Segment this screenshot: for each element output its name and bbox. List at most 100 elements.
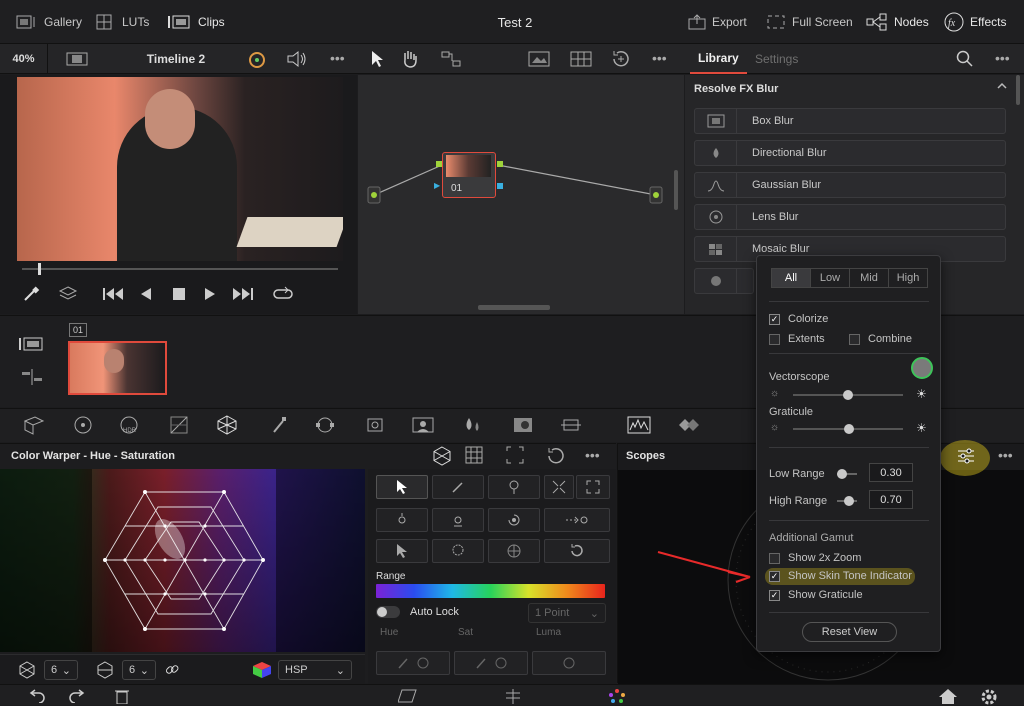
node-output-key[interactable] [497,183,503,189]
hue-pick-button[interactable] [376,651,450,675]
contract-tool-button[interactable] [544,475,574,499]
low-range-field[interactable]: 0.30 [869,463,913,482]
hue-range-bar[interactable] [376,584,605,598]
show-2x-zoom-row[interactable]: Show 2x Zoom [769,552,861,564]
sizing-icon[interactable] [558,414,584,436]
scope-settings-icon[interactable] [956,447,976,465]
hand-icon[interactable] [400,49,420,69]
export-button[interactable]: Export [688,0,747,44]
qualifier-icon[interactable] [266,414,292,436]
grid-a-dropdown[interactable]: 6 ⌄ [44,660,78,680]
extents-checkbox[interactable] [769,333,780,345]
grid-b-dropdown[interactable]: 6 ⌄ [122,660,156,680]
play-icon[interactable] [204,287,216,301]
auto-lock-toggle[interactable] [376,606,400,618]
node-arrange-icon[interactable] [440,49,464,69]
add-point-button[interactable] [376,508,428,532]
loop-icon[interactable] [272,285,294,303]
gallery-button[interactable]: Gallery [16,0,82,44]
clips-button[interactable]: Clips [168,0,225,44]
node-01[interactable]: 01 [442,152,496,198]
show-2x-zoom-checkbox[interactable] [769,552,780,564]
stills-icon[interactable] [528,50,550,68]
colorspace-dropdown[interactable]: HSP ⌄ [278,660,352,680]
node-input-key-icon[interactable]: ▶ [434,181,440,190]
reset-points-button[interactable] [544,539,610,563]
node-more-icon[interactable]: ••• [652,50,667,66]
rotate-point-button[interactable] [488,508,540,532]
vectorscope-slider[interactable] [793,390,903,400]
undo-icon[interactable] [26,689,46,703]
low-range-knob[interactable] [837,469,847,479]
clip-thumbnail[interactable] [68,341,167,395]
timeline-selector[interactable]: Timeline 2 [112,44,240,74]
stop-icon[interactable] [172,287,186,301]
library-item-directional-blur[interactable]: Directional Blur [694,140,1006,166]
tab-all[interactable]: All [772,269,810,287]
tab-mid[interactable]: Mid [849,269,888,287]
refresh-add-icon[interactable] [610,49,632,69]
high-range-knob[interactable] [844,496,854,506]
window-icon[interactable] [312,414,338,436]
node-input-rgb[interactable] [436,161,442,167]
point-mode-dropdown[interactable]: 1 Point ⌄ [528,603,606,623]
playhead[interactable] [38,263,41,275]
home-icon[interactable] [938,688,958,704]
node-editor[interactable]: 01 ▶ [358,75,684,314]
show-skin-tone-checkbox[interactable]: ✓ [769,570,780,582]
scope-color-swatch[interactable] [911,357,933,379]
colorize-checkbox[interactable]: ✓ [769,313,780,325]
page-edit-icon[interactable] [398,688,420,704]
luts-button[interactable]: LUTs [96,0,149,44]
move-point-button[interactable] [544,508,610,532]
magic-mask-icon[interactable] [410,414,436,436]
colorize-row[interactable]: ✓ Colorize [769,313,828,325]
warper-more-icon[interactable]: ••• [585,447,600,463]
remove-point-button[interactable] [432,508,484,532]
link-icon[interactable] [164,662,180,678]
pin-tool-button[interactable] [488,475,540,499]
select-tool-button[interactable] [376,475,428,499]
hue-sat-mode-icon[interactable] [432,446,452,466]
clip-view-icon[interactable] [18,336,44,352]
high-range-field[interactable]: 0.70 [869,490,913,509]
camera-raw-icon[interactable] [20,414,46,436]
viewer-more-icon[interactable]: ••• [330,50,345,66]
grid-icon[interactable] [570,50,592,68]
blur-icon-tool[interactable] [460,414,486,436]
tab-settings[interactable]: Settings [755,44,798,74]
eyedropper-icon[interactable] [22,285,40,303]
tab-high[interactable]: High [888,269,927,287]
show-skin-tone-row[interactable]: ✓ Show Skin Tone Indicator [769,570,912,582]
trash-icon[interactable] [114,688,130,704]
expand-icon[interactable] [506,446,524,464]
curves-icon[interactable] [166,414,192,436]
tracker-icon[interactable] [362,414,388,436]
hue-sat-graph[interactable] [0,469,365,652]
web-button[interactable] [488,539,540,563]
chroma-luma-mode-icon[interactable] [465,446,483,464]
extents-row[interactable]: Extents [769,333,825,345]
pick-point-button[interactable] [376,539,428,563]
color-wheel-icon[interactable] [246,50,268,70]
scrubber-track[interactable] [22,268,338,270]
low-range-slider[interactable] [837,469,857,479]
sat-pick-button[interactable] [454,651,528,675]
zoom-level[interactable]: 40% [0,44,48,74]
expand-tool-button[interactable] [576,475,610,499]
tab-library[interactable]: Library [690,44,747,74]
audio-icon[interactable] [286,50,308,68]
luma-reset-button[interactable] [532,651,606,675]
redo-icon[interactable] [68,689,88,703]
color-warper-icon[interactable] [214,414,240,436]
collapse-icon[interactable] [996,80,1008,92]
effects-button[interactable]: fx Effects [944,0,1006,44]
lasso-button[interactable] [432,539,484,563]
library-item-partial[interactable] [694,268,754,294]
scopes-more-icon[interactable]: ••• [998,447,1013,463]
show-graticule-row[interactable]: ✓ Show Graticule [769,589,863,601]
vectorscope-knob[interactable] [843,390,853,400]
draw-tool-button[interactable] [432,475,484,499]
info-icon[interactable] [676,414,702,436]
key-icon[interactable] [510,414,536,436]
